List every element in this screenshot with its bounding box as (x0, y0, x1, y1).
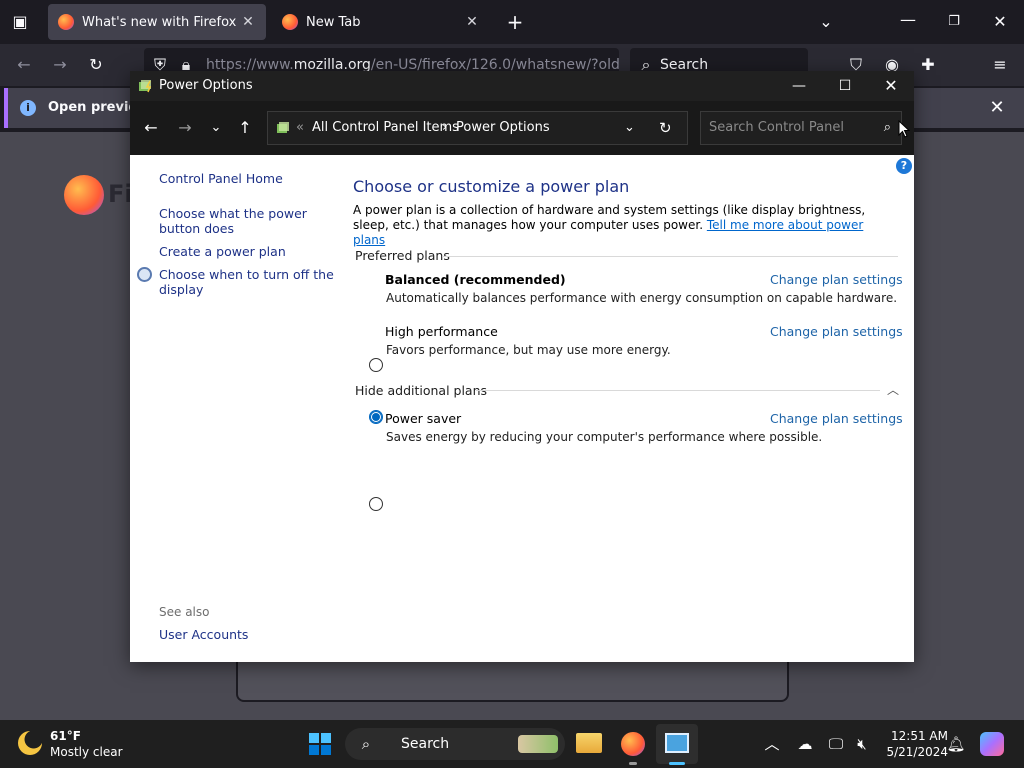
weather-desc: Mostly clear (50, 745, 123, 759)
window-title-bar: Power Options — ☐ ✕ (130, 71, 914, 101)
address-toolbar: ← → ⌄ ↑ « All Control Panel Items › Powe… (130, 101, 914, 155)
forward-arrow-icon[interactable]: → (48, 53, 72, 77)
control-panel-home-link[interactable]: Control Panel Home (159, 171, 334, 186)
close-tab-icon[interactable]: ✕ (240, 14, 256, 30)
firefox-favicon-icon (282, 14, 298, 30)
radio-high-performance[interactable] (369, 410, 383, 424)
control-panel-taskbar-icon (665, 733, 689, 753)
page-title: Choose or customize a power plan (353, 177, 630, 196)
active-indicator (669, 762, 685, 765)
tab-list-icon[interactable]: ▣ (8, 10, 32, 34)
divider (476, 390, 880, 391)
clock[interactable]: 12:51 AM 5/21/2024 (880, 728, 948, 760)
menu-hamburger-icon[interactable]: ≡ (988, 53, 1012, 77)
change-plan-settings-high-performance-link[interactable]: Change plan settings (770, 324, 903, 339)
plan-name-balanced[interactable]: Balanced (recommended) (385, 272, 566, 287)
power-button-link[interactable]: Choose what the power button does (159, 206, 334, 236)
create-power-plan-link[interactable]: Create a power plan (159, 244, 334, 259)
taskbar: 61°F Mostly clear Search ⌕ ︿ ☁ 🖵︎ 🔇︎ 12:… (0, 720, 1024, 768)
search-icon[interactable]: ⌕ (884, 112, 891, 144)
hide-additional-plans-header[interactable]: Hide additional plans (355, 383, 487, 398)
notification-bell-icon[interactable]: 🔔︎ (944, 732, 968, 756)
power-options-app-icon (139, 80, 152, 93)
running-indicator (629, 762, 637, 765)
reload-icon[interactable]: ↻ (84, 53, 108, 77)
browser-tab-bar: ▣ What's new with Firefox - More ✕ New T… (0, 0, 1024, 44)
address-bar[interactable]: « All Control Panel Items › Power Option… (267, 111, 688, 145)
minimize-browser-icon[interactable]: — (896, 8, 920, 32)
change-plan-settings-power-saver-link[interactable]: Change plan settings (770, 411, 903, 426)
firefox-logo-icon (64, 175, 104, 215)
show-hidden-icons-chevron-icon[interactable]: ︿ (760, 732, 784, 756)
divider (442, 256, 898, 257)
plan-desc-power-saver: Saves energy by reducing your computer's… (386, 430, 823, 444)
close-notification-icon[interactable]: ✕ (985, 96, 1009, 120)
search-control-panel-input[interactable]: Search Control Panel ⌕ (700, 111, 902, 145)
up-arrow-icon[interactable]: ↑ (233, 116, 257, 140)
onedrive-cloud-icon[interactable]: ☁ (793, 732, 817, 756)
display-monitor-icon[interactable]: 🖵︎ (824, 732, 848, 756)
display-clock-icon (137, 267, 152, 282)
close-window-icon[interactable]: ✕ (868, 71, 914, 101)
refresh-icon[interactable]: ↻ (659, 112, 672, 144)
restore-browser-icon[interactable]: ❐ (942, 10, 966, 34)
control-panel-icon (277, 122, 289, 133)
page-logo-text: Fi (108, 180, 133, 208)
radio-power-saver[interactable] (369, 497, 383, 511)
window-content: ? Control Panel Home Choose what the pow… (130, 155, 914, 662)
tab-new-tab[interactable]: New Tab ✕ (272, 4, 490, 40)
windows-start-icon[interactable] (309, 733, 331, 755)
plan-name-high-performance[interactable]: High performance (385, 324, 498, 339)
volume-muted-icon[interactable]: 🔇︎ (850, 732, 874, 756)
info-icon: i (20, 100, 36, 116)
tab-whats-new[interactable]: What's new with Firefox - More ✕ (48, 4, 266, 40)
see-also-label: See also (159, 605, 210, 619)
breadcrumb-power-options[interactable]: Power Options (456, 112, 550, 144)
list-all-tabs-chevron-icon[interactable]: ⌄ (814, 10, 838, 34)
collapse-chevron-up-icon[interactable]: ︿ (887, 381, 899, 398)
search-icon: ⌕ (361, 735, 371, 753)
file-explorer-icon[interactable] (576, 733, 602, 753)
preferred-plans-header: Preferred plans (355, 248, 450, 263)
breadcrumb-all-items[interactable]: All Control Panel Items (312, 112, 459, 144)
window-title: Power Options (159, 78, 253, 93)
back-arrow-icon[interactable]: ← (139, 116, 163, 140)
user-accounts-link[interactable]: User Accounts (159, 627, 334, 642)
weather-widget[interactable]: 61°F Mostly clear (50, 728, 123, 760)
forward-arrow-icon[interactable]: → (173, 116, 197, 140)
new-tab-plus-icon[interactable]: + (503, 10, 527, 34)
weather-moon-icon[interactable] (18, 731, 42, 755)
weather-temp: 61°F (50, 729, 81, 743)
close-tab-icon[interactable]: ✕ (464, 14, 480, 30)
back-arrow-icon[interactable]: ← (12, 53, 36, 77)
firefox-favicon-icon (58, 14, 74, 30)
plan-desc-high-performance: Favors performance, but may use more ene… (386, 343, 671, 357)
copilot-icon[interactable] (980, 732, 1004, 756)
extensions-puzzle-icon[interactable]: ✚ (916, 53, 940, 77)
minimize-window-icon[interactable]: — (776, 71, 822, 101)
plan-desc-balanced: Automatically balances performance with … (386, 291, 898, 305)
help-icon[interactable]: ? (896, 158, 912, 174)
plan-name-power-saver[interactable]: Power saver (385, 411, 461, 426)
breadcrumb-overflow[interactable]: « (296, 112, 304, 144)
recent-locations-chevron-icon[interactable]: ⌄ (204, 116, 228, 140)
change-plan-settings-balanced-link[interactable]: Change plan settings (770, 272, 903, 287)
turn-off-display-link[interactable]: Choose when to turn off the display (159, 267, 334, 297)
maximize-window-icon[interactable]: ☐ (822, 71, 868, 101)
radio-balanced[interactable] (369, 358, 383, 372)
page-description: A power plan is a collection of hardware… (353, 203, 866, 247)
power-options-window: Power Options — ☐ ✕ ← → ⌄ ↑ « All Contro… (130, 71, 914, 662)
clock-date: 5/21/2024 (886, 745, 948, 759)
clock-time: 12:51 AM (891, 729, 948, 743)
breadcrumb-separator[interactable]: › (442, 112, 447, 144)
close-browser-icon[interactable]: ✕ (988, 10, 1012, 34)
search-highlight-icon (518, 735, 558, 753)
address-dropdown-chevron-icon[interactable]: ⌄ (624, 112, 635, 144)
firefox-taskbar-icon[interactable] (621, 732, 645, 756)
mouse-cursor-icon (898, 120, 910, 138)
